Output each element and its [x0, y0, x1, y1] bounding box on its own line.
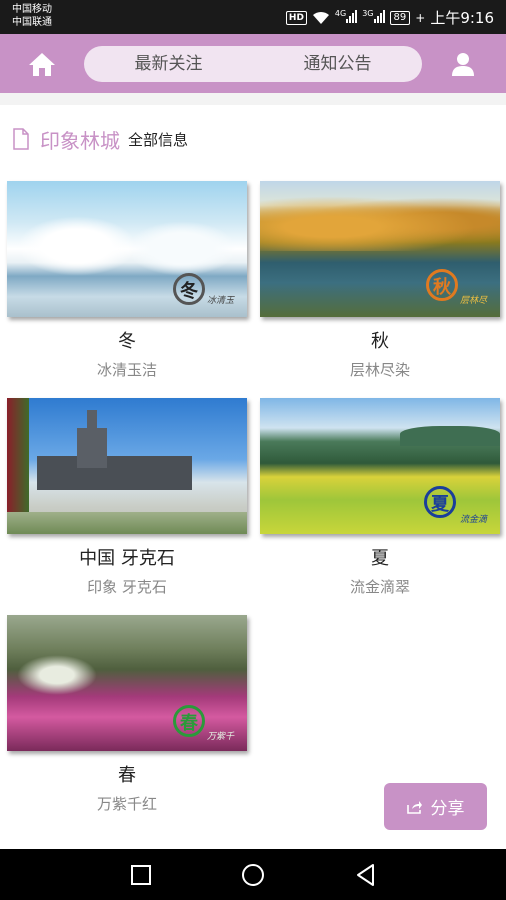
hd-badge: HD — [285, 10, 307, 25]
seal-autumn: 秋 — [426, 269, 458, 301]
tab-latest-focus[interactable]: 最新关注 — [84, 46, 253, 82]
section-title: 印象林城 — [40, 128, 120, 153]
status-bar: 中国移动 中国联通 HD 4G 3G 89 + 上午9:16 — [0, 0, 506, 34]
home-icon[interactable] — [28, 51, 56, 77]
section-header: 印象林城 全部信息 — [12, 124, 188, 154]
card-subtitle: 层林尽染 — [349, 361, 410, 379]
charging-icon: + — [415, 10, 426, 25]
card-subtitle: 流金滴翠 — [349, 578, 410, 596]
status-indicators: HD 4G 3G 89 + 上午9:16 — [285, 7, 494, 28]
autumn-image: 秋 层林尽 — [260, 181, 500, 317]
signal-2: 3G — [362, 8, 385, 27]
card-title: 春 — [118, 765, 136, 786]
document-icon — [13, 128, 29, 150]
battery-icon: 89 — [389, 10, 411, 25]
card-title: 夏 — [371, 548, 389, 569]
city-image — [7, 398, 247, 534]
card-title: 冬 — [118, 331, 136, 352]
wifi-icon — [312, 11, 329, 24]
home-circle-icon[interactable] — [239, 861, 267, 889]
card-title: 秋 — [371, 331, 389, 352]
clock: 上午9:16 — [430, 9, 494, 27]
tag-summer: 流金滴 — [460, 515, 488, 525]
share-icon — [406, 800, 422, 814]
seal-summer: 夏 — [424, 486, 456, 518]
section-subtitle[interactable]: 全部信息 — [128, 129, 188, 150]
card-autumn[interactable]: 秋 层林尽 秋 层林尽染 — [260, 181, 500, 380]
carrier-1: 中国移动 — [12, 4, 52, 15]
tab-notices[interactable]: 通知公告 — [253, 46, 422, 82]
tag-winter: 冰清玉 — [207, 296, 235, 306]
card-subtitle: 印象 牙克石 — [87, 578, 167, 596]
seal-spring: 春 — [173, 705, 205, 737]
share-label: 分享 — [430, 799, 465, 819]
system-nav-bar — [0, 849, 506, 900]
back-icon[interactable] — [352, 861, 380, 889]
seal-winter: 冬 — [173, 273, 205, 305]
winter-image: 冬 冰清玉 — [7, 181, 247, 317]
user-icon[interactable] — [450, 51, 476, 77]
net-type-1: 4G — [334, 8, 347, 18]
tag-autumn: 层林尽 — [460, 296, 488, 306]
card-summer[interactable]: 夏 流金滴 夏 流金滴翠 — [260, 398, 500, 597]
tab-switcher: 最新关注 通知公告 — [84, 46, 422, 82]
signal-bars-icon — [346, 9, 358, 23]
carrier-2: 中国联通 — [12, 17, 52, 28]
card-subtitle: 万紫千红 — [96, 795, 157, 813]
signal-1: 4G — [334, 8, 358, 27]
carrier-info: 中国移动 中国联通 — [12, 3, 52, 29]
net-type-2: 3G — [362, 8, 374, 18]
recents-icon[interactable] — [127, 861, 155, 889]
spring-image: 春 万紫千 — [7, 615, 247, 751]
card-subtitle: 冰清玉洁 — [96, 361, 157, 379]
divider — [0, 93, 506, 105]
card-winter[interactable]: 冬 冰清玉 冬 冰清玉洁 — [7, 181, 247, 380]
card-spring[interactable]: 春 万紫千 春 万紫千红 — [7, 615, 247, 814]
app-header: 最新关注 通知公告 — [0, 34, 506, 93]
tag-spring: 万紫千 — [207, 732, 235, 742]
summer-image: 夏 流金滴 — [260, 398, 500, 534]
card-title: 中国 牙克石 — [79, 548, 175, 569]
card-city[interactable]: 中国 牙克石 印象 牙克石 — [7, 398, 247, 597]
signal-bars-icon — [373, 9, 385, 23]
share-button[interactable]: 分享 — [384, 783, 487, 830]
